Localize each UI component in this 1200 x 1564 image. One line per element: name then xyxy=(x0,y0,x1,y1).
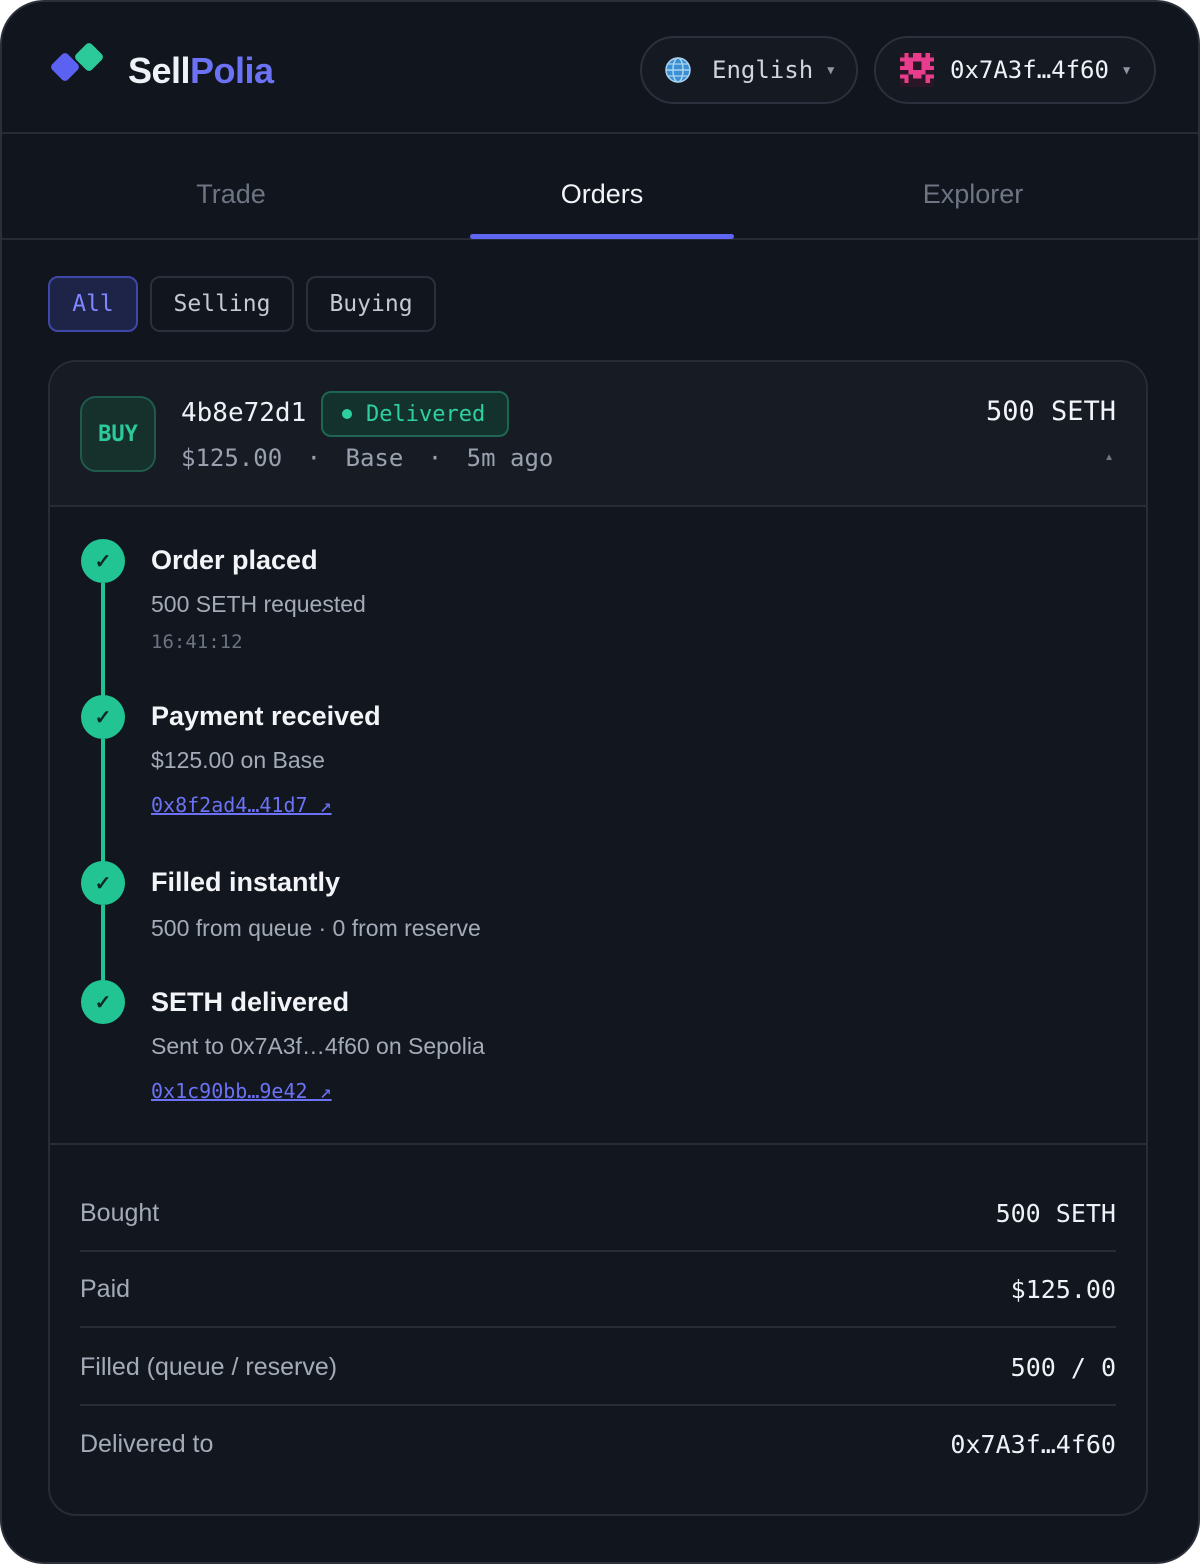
timeline-step-title: SETH delivered xyxy=(151,987,350,1017)
summary-value: 500 SETH xyxy=(995,1198,1116,1228)
summary-value: $125.00 xyxy=(1010,1274,1116,1304)
main-tabs: Trade Orders Explorer xyxy=(2,134,1198,240)
timeline-step-time: 16:41:12 xyxy=(151,631,243,653)
check-icon: ✓ xyxy=(81,980,125,1024)
header: SellPolia English ▼ 0x7A3f…4f60 ▼ xyxy=(2,2,1198,134)
wallet-avatar-icon xyxy=(900,53,934,87)
timeline-connector xyxy=(101,905,105,985)
active-tab-indicator xyxy=(470,234,734,239)
timeline-step-subtitle: $125.00 on Base xyxy=(151,747,325,773)
chevron-down-icon: ▼ xyxy=(827,63,835,77)
brand-name-part2: Polia xyxy=(190,50,274,91)
tab-orders[interactable]: Orders xyxy=(402,134,802,238)
brand-name: SellPolia xyxy=(128,50,274,92)
order-timeline: ✓ Order placed 500 SETH requested 16:41:… xyxy=(50,509,1146,1145)
wallet-address: 0x7A3f…4f60 xyxy=(950,56,1109,84)
timeline-step-title: Filled instantly xyxy=(151,867,341,897)
status-badge: Delivered xyxy=(321,391,509,437)
summary-label: Filled (queue / reserve) xyxy=(80,1352,338,1381)
check-icon: ✓ xyxy=(81,861,125,905)
order-amount: 500 SETH xyxy=(985,396,1116,427)
chevron-up-icon[interactable]: ▲ xyxy=(1104,452,1114,463)
check-icon: ✓ xyxy=(81,539,125,583)
timeline-step-title: Payment received xyxy=(151,701,381,731)
summary-row-delivered-to: Delivered to 0x7A3f…4f60 xyxy=(80,1406,1116,1482)
meta-separator: · xyxy=(427,444,443,472)
order-id: 4b8e72d1 xyxy=(181,398,307,428)
filter-selling[interactable]: Selling xyxy=(150,276,294,332)
timeline-step-subtitle: Sent to 0x7A3f…4f60 on Sepolia xyxy=(151,1033,485,1059)
timeline-connector xyxy=(101,739,105,871)
summary-row-bought: Bought 500 SETH xyxy=(80,1176,1116,1252)
payment-tx-link[interactable]: 0x8f2ad4…41d7 ↗ xyxy=(151,793,332,817)
summary-label: Bought xyxy=(80,1198,160,1227)
language-selector[interactable]: English ▼ xyxy=(640,36,858,104)
status-dot-icon xyxy=(342,409,352,419)
check-icon: ✓ xyxy=(81,695,125,739)
order-age: 5m ago xyxy=(466,444,554,472)
order-price: $125.00 xyxy=(181,444,283,472)
status-label: Delivered xyxy=(366,401,486,427)
globe-icon xyxy=(665,57,691,83)
chevron-down-icon: ▼ xyxy=(1122,63,1131,77)
order-card: BUY 4b8e72d1 Delivered $125.00 · Base · … xyxy=(48,360,1148,1516)
wallet-button[interactable]: 0x7A3f…4f60 ▼ xyxy=(874,36,1156,104)
delivery-tx-link[interactable]: 0x1c90bb…9e42 ↗ xyxy=(151,1079,332,1103)
order-meta: $125.00 · Base · 5m ago xyxy=(181,444,553,472)
summary-value: 500 / 0 xyxy=(1010,1352,1116,1382)
order-side-badge: BUY xyxy=(80,396,156,472)
app-window: SellPolia English ▼ 0x7A3f…4f60 ▼ Trade … xyxy=(0,0,1200,1564)
timeline-step-subtitle: 500 from queue · 0 from reserve xyxy=(151,915,481,941)
logo-icon xyxy=(51,43,103,81)
summary-row-filled: Filled (queue / reserve) 500 / 0 xyxy=(80,1330,1116,1406)
summary-row-paid: Paid $125.00 xyxy=(80,1252,1116,1328)
tab-explorer[interactable]: Explorer xyxy=(773,134,1173,238)
filter-all[interactable]: All xyxy=(48,276,138,332)
filter-buying[interactable]: Buying xyxy=(306,276,436,332)
meta-separator: · xyxy=(306,444,322,472)
timeline-connector xyxy=(101,583,105,707)
order-chain: Base xyxy=(345,444,404,472)
brand-name-part1: Sell xyxy=(128,50,191,91)
language-label: English xyxy=(712,56,814,84)
order-card-header[interactable]: BUY 4b8e72d1 Delivered $125.00 · Base · … xyxy=(50,362,1146,507)
summary-label: Paid xyxy=(80,1274,131,1303)
summary-label: Delivered to xyxy=(80,1429,214,1458)
timeline-step-subtitle: 500 SETH requested xyxy=(151,591,366,617)
timeline-step-title: Order placed xyxy=(151,545,318,575)
tab-trade[interactable]: Trade xyxy=(31,134,431,238)
summary-value: 0x7A3f…4f60 xyxy=(950,1429,1116,1459)
